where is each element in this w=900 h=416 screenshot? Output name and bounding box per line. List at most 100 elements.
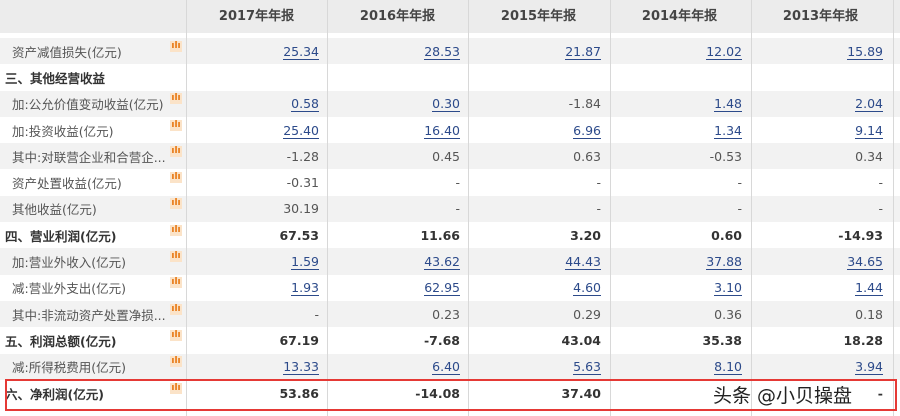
value-link[interactable]: 6.96 xyxy=(573,122,601,139)
value-cell: 0.45 xyxy=(327,149,468,164)
value-link[interactable]: 6.40 xyxy=(432,359,460,376)
chart-icon[interactable]: ılı xyxy=(170,93,182,105)
table-row: 加:营业外收入(亿元) ılı 1.59 43.62 44.43 37.88 34.65 xyxy=(0,248,900,275)
column-divider xyxy=(610,0,611,416)
value-link[interactable]: 34.65 xyxy=(847,254,883,271)
value-link[interactable]: 1.93 xyxy=(291,280,319,297)
chart-icon[interactable]: ılı xyxy=(170,356,182,368)
value-text: 0.23 xyxy=(432,306,460,322)
row-label-text: 五、利润总额(亿元) xyxy=(5,333,117,349)
value-cell: 0.36 xyxy=(609,307,750,322)
header-2015[interactable]: 2015年年报 xyxy=(468,0,609,33)
chart-icon[interactable]: ılı xyxy=(170,329,182,341)
chart-icon[interactable]: ılı xyxy=(170,145,182,157)
column-divider xyxy=(186,0,187,416)
value-link[interactable]: 12.02 xyxy=(706,43,742,60)
value-cell: 6.40 xyxy=(327,359,468,376)
table-row: 其中:非流动资产处置净损... ılı - 0.23 0.29 0.36 0.18 xyxy=(0,300,900,328)
value-text: -0.31 xyxy=(286,175,319,191)
chart-icon[interactable]: ılı xyxy=(170,40,182,52)
value-cell: 0.34 xyxy=(750,149,891,164)
value-link[interactable]: 1.34 xyxy=(714,122,742,139)
chart-icon[interactable]: ılı xyxy=(170,119,182,131)
value-link[interactable]: 1.44 xyxy=(855,280,883,297)
chart-icon[interactable]: ılı xyxy=(170,277,182,289)
value-link[interactable]: 4.60 xyxy=(573,280,601,297)
value-cell: - xyxy=(609,175,750,190)
value-cell: -14.08 xyxy=(327,386,468,401)
value-text: -1.84 xyxy=(568,96,601,112)
value-link[interactable]: 3.94 xyxy=(855,359,883,376)
value-cell: 3.10 xyxy=(609,280,750,297)
value-link[interactable]: 0.30 xyxy=(432,96,460,113)
row-label: 其中:对联营企业和合营企... ılı xyxy=(0,145,186,166)
header-2014[interactable]: 2014年年报 xyxy=(609,0,750,33)
value-link[interactable]: 44.43 xyxy=(565,254,601,271)
chart-icon[interactable]: ılı xyxy=(170,303,182,315)
value-link[interactable]: 9.14 xyxy=(855,122,883,139)
chart-icon[interactable]: ılı xyxy=(170,172,182,184)
value-text: 11.66 xyxy=(420,227,460,243)
table-row: 减:营业外支出(亿元) ılı 1.93 62.95 4.60 3.10 1.44 xyxy=(0,275,900,301)
row-label-text: 减:所得税费用(亿元) xyxy=(12,360,126,376)
chart-icon[interactable]: ılı xyxy=(170,224,182,236)
row-label: 五、利润总额(亿元) ılı xyxy=(0,329,186,350)
value-text: 43.04 xyxy=(561,332,601,348)
value-text: - xyxy=(596,201,601,217)
value-cell: - xyxy=(327,201,468,216)
table-row: 减:所得税费用(亿元) ılı 13.33 6.40 5.63 8.10 3.94 xyxy=(0,353,900,380)
value-cell: 28.53 xyxy=(327,43,468,60)
value-link[interactable]: 2.04 xyxy=(855,96,883,113)
row-label: 六、净利润(亿元) ılı xyxy=(0,382,186,403)
value-link[interactable]: 0.58 xyxy=(291,96,319,113)
row-label: 其他收益(亿元) ılı xyxy=(0,198,186,218)
column-divider xyxy=(751,0,752,416)
value-cell: 0.29 xyxy=(468,307,609,322)
value-text: - xyxy=(737,201,742,217)
value-cell: 21.87 xyxy=(468,43,609,60)
value-link[interactable]: 28.53 xyxy=(424,43,460,60)
value-cell: - xyxy=(468,175,609,190)
row-label: 加:营业外收入(亿元) ılı xyxy=(0,251,186,271)
value-cell: 1.59 xyxy=(186,254,327,271)
value-link[interactable]: 25.34 xyxy=(283,43,319,60)
chart-icon[interactable]: ılı xyxy=(170,382,182,394)
row-label: 加:公允价值变动收益(亿元) ılı xyxy=(0,93,186,113)
row-label-text: 减:营业外支出(亿元) xyxy=(12,281,126,297)
value-cell: -14.93 xyxy=(750,228,891,243)
table-row: 加:投资收益(亿元) ılı 25.40 16.40 6.96 1.34 9.14 xyxy=(0,117,900,143)
value-cell: 25.40 xyxy=(186,122,327,139)
chart-icon[interactable]: ılı xyxy=(170,251,182,263)
value-cell: 8.10 xyxy=(609,359,750,376)
value-text: 35.38 xyxy=(702,332,742,348)
header-2016[interactable]: 2016年年报 xyxy=(327,0,468,33)
value-link[interactable]: 15.89 xyxy=(847,43,883,60)
value-link[interactable]: 16.40 xyxy=(424,122,460,139)
value-link[interactable]: 3.10 xyxy=(714,280,742,297)
value-cell: -0.53 xyxy=(609,149,750,164)
value-link[interactable]: 25.40 xyxy=(283,122,319,139)
value-cell: 43.04 xyxy=(468,333,609,348)
header-2017[interactable]: 2017年年报 xyxy=(186,0,327,33)
table-row: 加:公允价值变动收益(亿元) ılı 0.58 0.30 -1.84 1.48 2.04 xyxy=(0,90,900,117)
value-link[interactable]: 62.95 xyxy=(424,280,460,297)
value-link[interactable]: 1.48 xyxy=(714,96,742,113)
row-label-text: 加:营业外收入(亿元) xyxy=(12,255,126,271)
value-text: 67.53 xyxy=(279,227,319,243)
value-cell: 0.23 xyxy=(327,307,468,322)
value-cell: 15.89 xyxy=(750,43,891,60)
value-link[interactable]: 13.33 xyxy=(283,359,319,376)
value-cell: 1.34 xyxy=(609,122,750,139)
value-link[interactable]: 8.10 xyxy=(714,359,742,376)
value-link[interactable]: 21.87 xyxy=(565,43,601,60)
value-link[interactable]: 5.63 xyxy=(573,359,601,376)
row-label: 减:营业外支出(亿元) ılı xyxy=(0,277,186,297)
value-link[interactable]: 1.59 xyxy=(291,254,319,271)
value-link[interactable]: 43.62 xyxy=(424,254,460,271)
value-cell: 11.66 xyxy=(327,228,468,243)
value-link[interactable]: 37.88 xyxy=(706,254,742,271)
value-cell: 3.20 xyxy=(468,228,609,243)
header-2013[interactable]: 2013年年报 xyxy=(750,0,891,33)
chart-icon[interactable]: ılı xyxy=(170,198,182,210)
value-cell: 34.65 xyxy=(750,254,891,271)
